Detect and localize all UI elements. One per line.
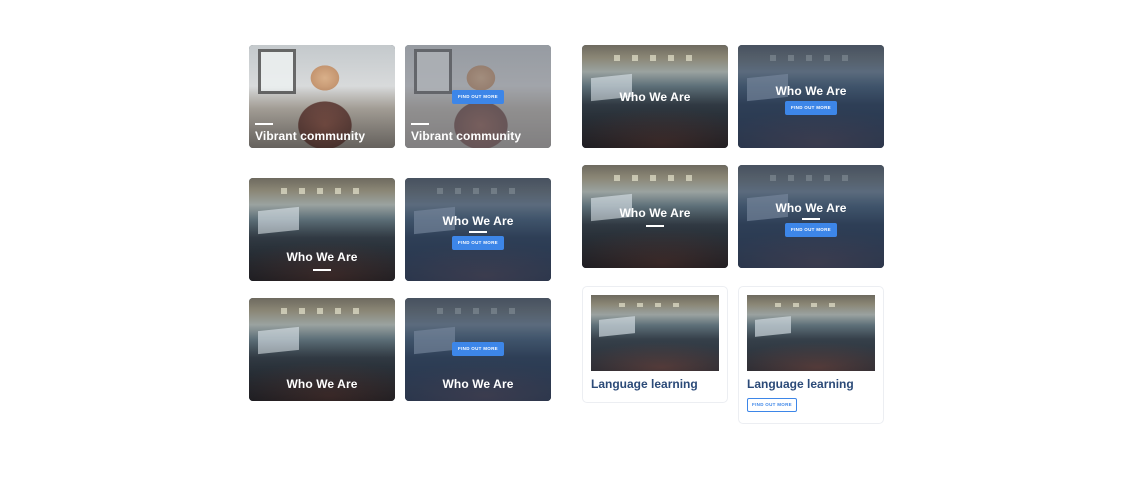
find-out-more-button[interactable]: FIND OUT MORE <box>785 223 837 237</box>
card-title: Who We Are <box>775 201 847 215</box>
card-who-we-are-hover[interactable]: FIND OUT MORE Who We Are <box>405 298 551 401</box>
card-title: Who We Are <box>286 250 358 264</box>
find-out-more-button[interactable]: FIND OUT MORE <box>452 236 504 250</box>
accent-line <box>646 225 664 227</box>
accent-line <box>313 269 331 271</box>
card-title: Who We Are <box>286 377 358 391</box>
card-who-we-are[interactable]: Who We Are <box>582 45 728 148</box>
card-who-we-are[interactable]: Who We Are <box>582 165 728 268</box>
card-title: Language learning <box>747 377 854 391</box>
find-out-more-button[interactable]: FIND OUT MORE <box>785 101 837 115</box>
accent-line <box>802 218 820 220</box>
accent-line <box>411 123 429 125</box>
card-language-learning[interactable]: Language learning <box>582 286 728 403</box>
accent-line <box>255 123 273 125</box>
card-title: Who We Are <box>442 214 514 228</box>
card-title: Language learning <box>591 377 698 391</box>
card-title: Who We Are <box>775 84 847 98</box>
find-out-more-button[interactable]: FIND OUT MORE <box>452 90 504 104</box>
card-vibrant-community-hover[interactable]: FIND OUT MORE Vibrant community <box>405 45 551 148</box>
card-who-we-are-hover[interactable]: Who We Are FIND OUT MORE <box>405 178 551 281</box>
card-title: Who We Are <box>619 206 691 220</box>
card-title: Vibrant community <box>255 129 366 143</box>
card-who-we-are[interactable]: Who We Are <box>249 298 395 401</box>
classroom-image <box>591 295 719 371</box>
card-vibrant-community[interactable]: Vibrant community <box>249 45 395 148</box>
card-who-we-are[interactable]: Who We Are <box>249 178 395 281</box>
find-out-more-button[interactable]: FIND OUT MORE <box>452 342 504 356</box>
card-who-we-are-hover[interactable]: Who We Are FIND OUT MORE <box>738 165 884 268</box>
card-title: Who We Are <box>442 377 514 391</box>
classroom-image <box>747 295 875 371</box>
card-who-we-are-hover[interactable]: Who We Are FIND OUT MORE <box>738 45 884 148</box>
card-title: Vibrant community <box>411 129 522 143</box>
find-out-more-button[interactable]: FIND OUT MORE <box>747 398 797 412</box>
accent-line <box>469 231 487 233</box>
card-title: Who We Are <box>619 90 691 104</box>
card-language-learning-with-button[interactable]: Language learning FIND OUT MORE <box>738 286 884 424</box>
